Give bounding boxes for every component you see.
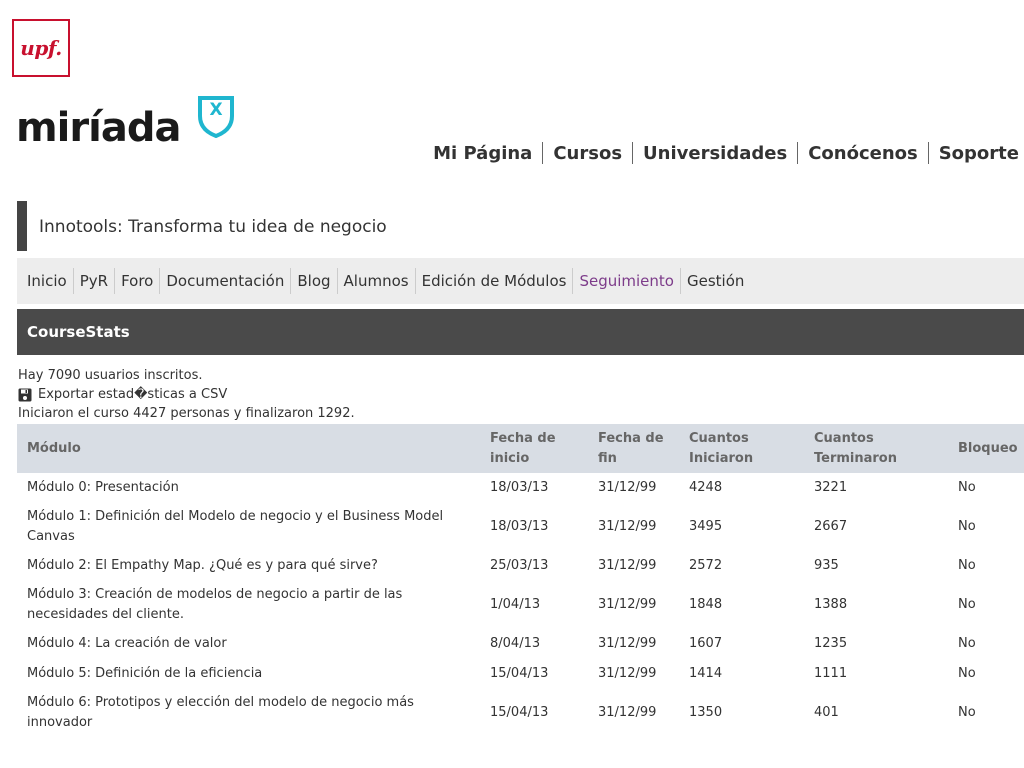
module-name-cell: Módulo 0: Presentación xyxy=(27,480,179,495)
column-header: Módulo xyxy=(27,440,81,456)
finished-count-cell: 3221 xyxy=(814,480,848,495)
table-row: Módulo 1: Definición del Modelo de negoc… xyxy=(17,503,1024,551)
started-count-cell: 2572 xyxy=(689,558,723,573)
column-header: Cuantos Terminaron xyxy=(814,430,897,466)
tab-alumnos[interactable]: Alumnos xyxy=(338,272,415,290)
finished-count-cell: 935 xyxy=(814,558,839,573)
nav-mi-pagina[interactable]: Mi Página xyxy=(433,143,532,164)
tab-documentacion[interactable]: Documentación xyxy=(160,272,290,290)
table-row: Módulo 4: La creación de valor 8/04/13 3… xyxy=(17,629,1024,659)
end-date-cell: 31/12/99 xyxy=(598,480,657,495)
lock-cell: No xyxy=(958,636,976,651)
table-row: Módulo 2: El Empathy Map. ¿Qué es y para… xyxy=(17,551,1024,581)
miriada-x-shield-icon: X xyxy=(196,96,236,139)
lock-cell: No xyxy=(958,480,976,495)
start-date-cell: 1/04/13 xyxy=(490,597,541,612)
start-date-cell: 18/03/13 xyxy=(490,480,549,495)
finished-count-cell: 1388 xyxy=(814,597,848,612)
nav-divider xyxy=(797,142,799,164)
started-count-cell: 1350 xyxy=(689,705,723,720)
table-row: Módulo 3: Creación de modelos de negocio… xyxy=(17,581,1024,629)
end-date-cell: 31/12/99 xyxy=(598,666,657,681)
lock-cell: No xyxy=(958,597,976,612)
start-date-cell: 8/04/13 xyxy=(490,636,541,651)
miriada-wordmark: miríada xyxy=(16,105,181,151)
tab-pyr[interactable]: PyR xyxy=(74,272,114,290)
tab-blog[interactable]: Blog xyxy=(291,272,336,290)
column-header: Bloqueo xyxy=(958,440,1018,456)
module-name-cell: Módulo 3: Creación de modelos de negocio… xyxy=(27,587,403,622)
lock-cell: No xyxy=(958,558,976,573)
miriada-x-letter: X xyxy=(209,100,223,120)
table-row: Módulo 5: Definición de la eficiencia 15… xyxy=(17,659,1024,689)
module-stats-table: Módulo Fecha de inicio Fecha de fin Cuan… xyxy=(17,424,1024,737)
finished-count-cell: 401 xyxy=(814,705,839,720)
table-row: Módulo 0: Presentación 18/03/13 31/12/99… xyxy=(17,473,1024,503)
enrolled-count-text: Hay 7090 usuarios inscritos. xyxy=(18,368,203,383)
course-title: Innotools: Transforma tu idea de negocio xyxy=(17,201,1024,251)
nav-divider xyxy=(542,142,544,164)
lock-cell: No xyxy=(958,666,976,681)
module-name-cell: Módulo 1: Definición del Modelo de negoc… xyxy=(27,509,444,544)
end-date-cell: 31/12/99 xyxy=(598,558,657,573)
lock-cell: No xyxy=(958,519,976,534)
lock-cell: No xyxy=(958,705,976,720)
column-header: Fecha de inicio xyxy=(490,430,556,466)
export-csv-row: Exportar estad�sticas a CSV xyxy=(18,386,227,404)
tab-foro[interactable]: Foro xyxy=(115,272,159,290)
column-header: Cuantos Iniciaron xyxy=(689,430,754,466)
floppy-disk-icon[interactable] xyxy=(18,388,32,402)
end-date-cell: 31/12/99 xyxy=(598,705,657,720)
started-count-cell: 1848 xyxy=(689,597,723,612)
nav-divider xyxy=(927,142,929,164)
module-name-cell: Módulo 4: La creación de valor xyxy=(27,636,227,651)
started-count-cell: 4248 xyxy=(689,480,723,495)
start-date-cell: 15/04/13 xyxy=(490,666,549,681)
export-csv-link[interactable]: Exportar estad�sticas a CSV xyxy=(38,386,227,404)
tab-seguimiento[interactable]: Seguimiento xyxy=(573,272,680,290)
course-sub-nav: Inicio PyR Foro Documentación Blog Alumn… xyxy=(17,258,1024,304)
upf-logo[interactable]: upf. xyxy=(12,19,70,77)
nav-divider xyxy=(632,142,634,164)
tab-gestion[interactable]: Gestión xyxy=(681,272,750,290)
finished-count-cell: 1111 xyxy=(814,666,848,681)
module-name-cell: Módulo 6: Prototipos y elección del mode… xyxy=(27,695,414,730)
section-title: CourseStats xyxy=(17,309,1024,355)
column-header: Fecha de fin xyxy=(598,430,664,466)
started-count-cell: 1607 xyxy=(689,636,723,651)
started-count-cell: 1414 xyxy=(689,666,723,681)
end-date-cell: 31/12/99 xyxy=(598,519,657,534)
finished-count-cell: 2667 xyxy=(814,519,848,534)
nav-conocenos[interactable]: Conócenos xyxy=(808,143,918,164)
table-row: Módulo 6: Prototipos y elección del mode… xyxy=(17,689,1024,737)
start-date-cell: 15/04/13 xyxy=(490,705,549,720)
finished-count-cell: 1235 xyxy=(814,636,848,651)
end-date-cell: 31/12/99 xyxy=(598,597,657,612)
start-date-cell: 18/03/13 xyxy=(490,519,549,534)
start-date-cell: 25/03/13 xyxy=(490,558,549,573)
nav-soporte[interactable]: Soporte xyxy=(939,143,1019,164)
tab-inicio[interactable]: Inicio xyxy=(21,272,73,290)
end-date-cell: 31/12/99 xyxy=(598,636,657,651)
module-name-cell: Módulo 2: El Empathy Map. ¿Qué es y para… xyxy=(27,558,378,573)
top-nav: Mi Página Cursos Universidades Conócenos… xyxy=(433,142,1019,164)
tab-edicion-modulos[interactable]: Edición de Módulos xyxy=(416,272,573,290)
table-header-row: Módulo Fecha de inicio Fecha de fin Cuan… xyxy=(17,424,1024,473)
nav-cursos[interactable]: Cursos xyxy=(553,143,622,164)
started-count-cell: 3495 xyxy=(689,519,723,534)
course-summary-text: Iniciaron el curso 4427 personas y final… xyxy=(18,406,355,421)
nav-universidades[interactable]: Universidades xyxy=(643,143,787,164)
module-name-cell: Módulo 5: Definición de la eficiencia xyxy=(27,666,263,681)
